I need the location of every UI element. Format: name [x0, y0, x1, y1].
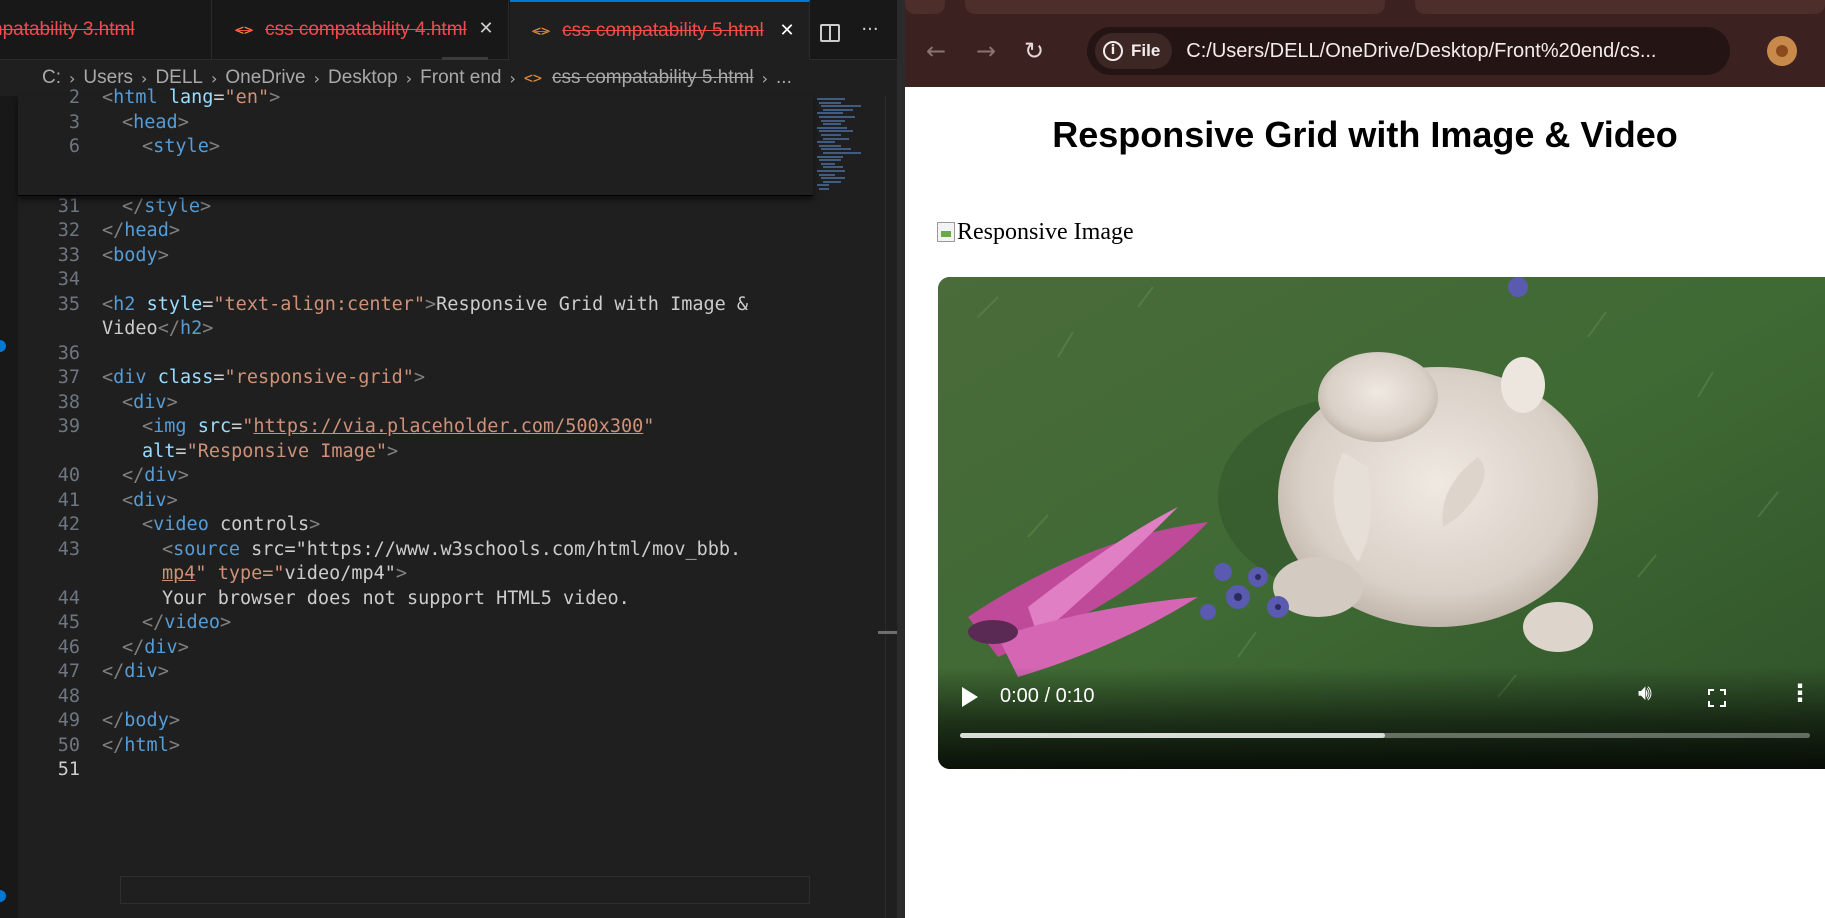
minimap-line [817, 112, 843, 115]
video-player[interactable]: 0:00 / 0:10 🔊︎ ⋮ [938, 277, 1825, 769]
browser-window: ← → ↻ i File C:/Users/DELL/OneDrive/Desk… [905, 0, 1825, 918]
minimap-line [817, 184, 829, 187]
minimap-line [817, 98, 845, 100]
video-progress-track[interactable] [960, 733, 1810, 738]
close-icon[interactable]: ✕ [476, 19, 496, 39]
browser-toolbar: ← → ↻ i File C:/Users/DELL/OneDrive/Desk… [905, 0, 1825, 87]
code-editor: npatability 3.html <> css compatability … [0, 0, 905, 918]
minimap-line [819, 159, 841, 162]
minimap-line [819, 130, 853, 133]
html-file-icon: <> [235, 21, 254, 39]
minimap-line [821, 177, 845, 180]
activity-strip [0, 0, 18, 918]
split-editor-icon[interactable] [820, 24, 840, 42]
minimap-line [817, 170, 845, 172]
minimap-line [823, 137, 849, 140]
code-text-area[interactable]: 26@media (max-width: 768px) {30}31</styl… [18, 96, 813, 918]
pane-divider[interactable] [897, 0, 905, 918]
line-code: <style> [142, 136, 220, 157]
minimap-line [823, 108, 853, 111]
tab-label: css compatability 4.html [265, 19, 467, 40]
broken-image-icon [937, 222, 955, 242]
chip-label: File [1131, 41, 1161, 60]
profile-avatar[interactable] [1767, 36, 1797, 66]
url-text[interactable]: C:/Users/DELL/OneDrive/Desktop/Front%20e… [1186, 40, 1676, 63]
minimap-line [817, 155, 843, 158]
minimap-line [823, 123, 841, 126]
browser-tab[interactable] [1415, 0, 1825, 14]
more-options-icon[interactable]: ⋮ [1788, 679, 1812, 707]
notification-dot [0, 340, 6, 352]
minimap-line [821, 162, 835, 165]
back-arrow-icon[interactable]: ← [919, 34, 953, 68]
minimap-line [819, 173, 835, 176]
notification-dot [0, 890, 6, 902]
address-bar[interactable]: i File C:/Users/DELL/OneDrive/Desktop/Fr… [1087, 27, 1730, 75]
info-icon: i [1103, 41, 1123, 61]
volume-icon[interactable]: 🔊︎ [1638, 681, 1652, 706]
minimap-line [823, 152, 861, 154]
line-number: 6 [68, 136, 80, 157]
editor-tab-bar: npatability 3.html <> css compatability … [0, 0, 905, 60]
broken-image: Responsive Image [937, 217, 1134, 247]
close-icon[interactable]: ✕ [777, 21, 797, 41]
minimap-line [821, 119, 845, 122]
tab-label: css compatability 5.html [562, 20, 764, 41]
minimap-line [817, 141, 835, 144]
forward-arrow-icon[interactable]: → [969, 34, 1003, 68]
video-time: 0:00 / 0:10 [1000, 685, 1095, 707]
sticky-line[interactable]: 6 <style> [18, 133, 813, 161]
code-line: 51 [18, 756, 813, 784]
page-title: Responsive Grid with Image & Video [1052, 114, 1678, 155]
minimap-line [819, 144, 841, 147]
site-info-chip[interactable]: i File [1095, 33, 1173, 69]
scrollbar-thumb[interactable] [878, 631, 898, 634]
reload-icon[interactable]: ↻ [1017, 34, 1051, 68]
line-number: 51 [57, 759, 80, 780]
minimap-line [819, 101, 841, 104]
minimap-line [821, 105, 861, 108]
minimap-line [821, 134, 841, 136]
more-actions-icon[interactable]: ··· [858, 18, 882, 42]
browser-tab[interactable] [965, 0, 1385, 14]
tab-css-compatability-4[interactable]: <> css compatability 4.html ✕ [213, 0, 509, 60]
fullscreen-icon[interactable] [1708, 689, 1726, 707]
image-alt-text: Responsive Image [957, 218, 1134, 245]
play-icon[interactable] [962, 687, 978, 707]
tab-label: npatability 3.html [0, 19, 135, 40]
minimap-line [823, 166, 843, 169]
minimap-line [821, 148, 851, 151]
video-controls: 0:00 / 0:10 🔊︎ ⋮ [938, 667, 1825, 769]
minimap-line [817, 126, 847, 129]
browser-tab[interactable] [905, 0, 945, 14]
sticky-scroll-header[interactable]: 2 <html lang="en"> 3 <head> 6 <style> [18, 87, 813, 196]
minimap[interactable] [813, 96, 885, 216]
tab-css-compatability-3[interactable]: npatability 3.html [0, 0, 212, 60]
video-buffered-bar [960, 733, 1385, 738]
minimap-line [819, 188, 829, 190]
html-file-icon: <> [532, 22, 551, 40]
current-line-highlight [120, 876, 810, 904]
minimap-line [823, 180, 841, 183]
minimap-line [819, 116, 855, 118]
tab-css-compatability-5[interactable]: <> css compatability 5.html ✕ [510, 0, 810, 60]
